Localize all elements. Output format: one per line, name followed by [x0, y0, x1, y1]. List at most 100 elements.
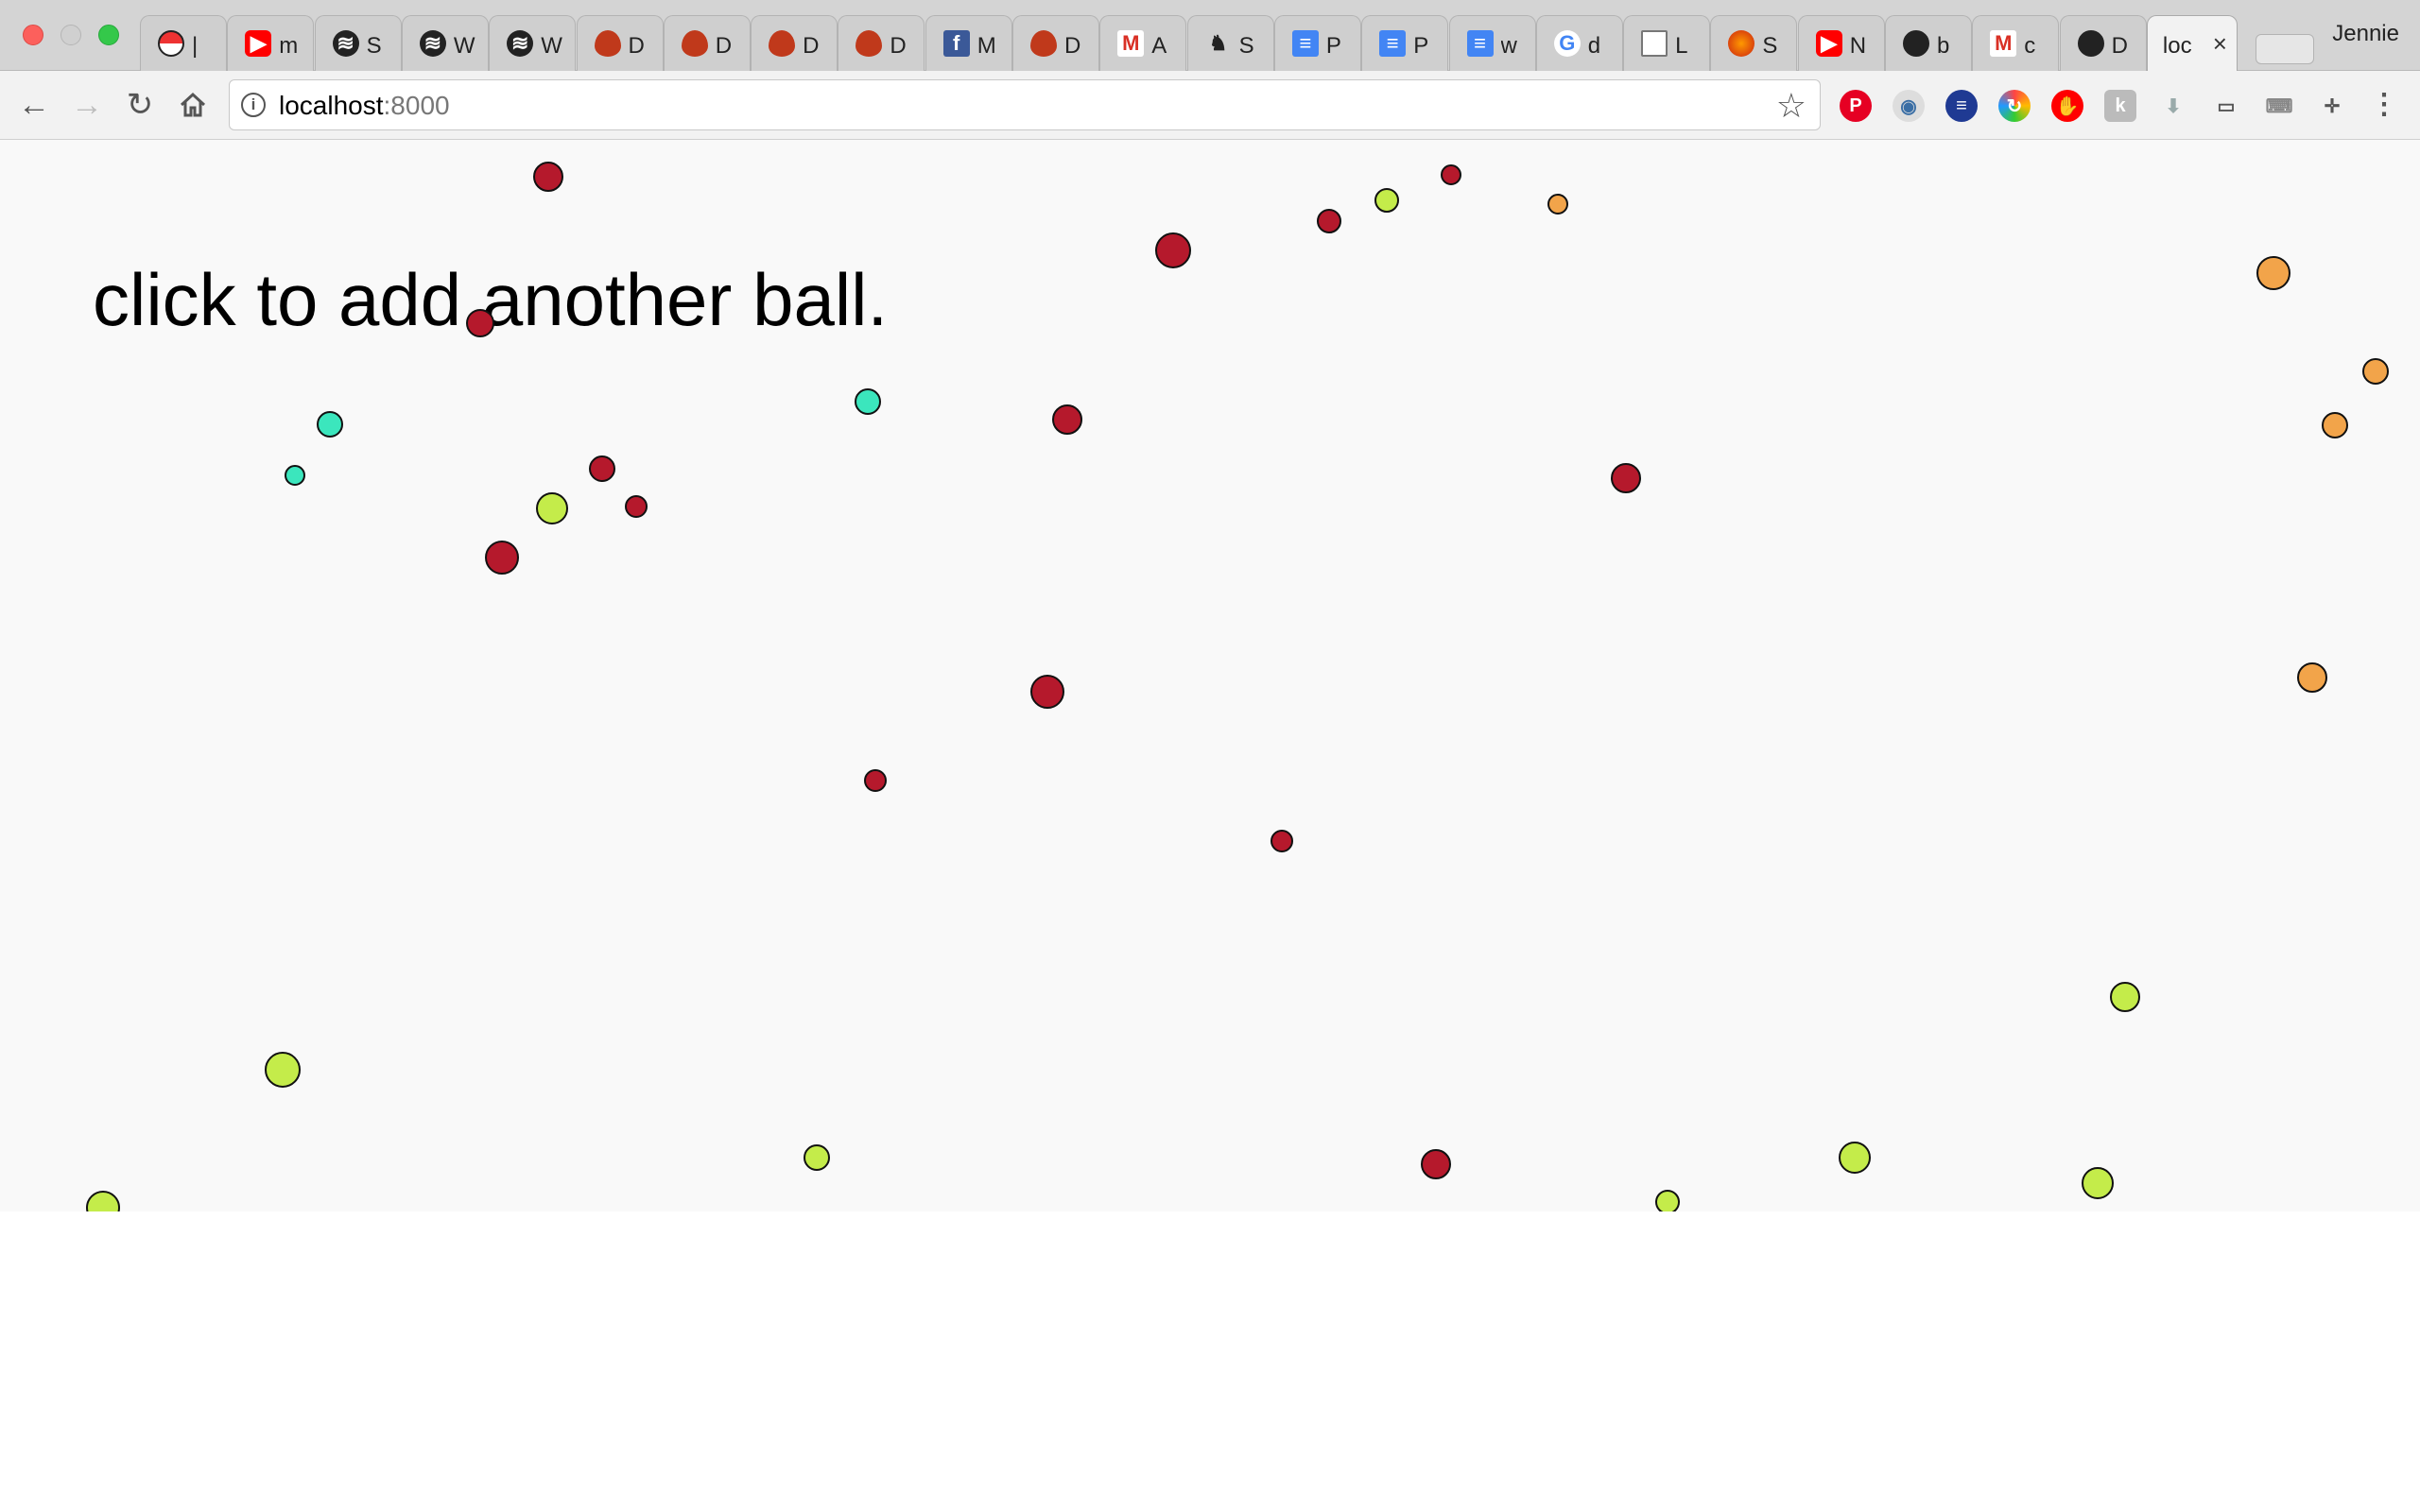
tab-strip: | ▶ m ≋ S ≋ W ≋ W D D D Df M D M A ♞ S ≡ P ≡ P ≡ w Gd L S ▶ Nb Mc Dloc ×…	[0, 0, 2420, 71]
menu-button[interactable]: ⋮	[2363, 84, 2405, 126]
download-arrow-icon[interactable]: ⬇	[2157, 90, 2189, 122]
red-egg-icon	[1030, 30, 1057, 57]
reload-icon: ↻	[126, 87, 154, 123]
ball-lime	[86, 1191, 120, 1211]
tab-title: w	[1500, 33, 1517, 59]
grammarly-icon[interactable]: k	[2104, 90, 2136, 122]
ball-orange	[2362, 358, 2389, 385]
tab-title: A	[1151, 33, 1167, 59]
tab-title: b	[1937, 33, 1950, 59]
tab-title: m	[279, 33, 299, 59]
ball-lime	[1655, 1190, 1680, 1211]
profile-name[interactable]: Jennie	[2332, 21, 2399, 47]
ball-orange	[2256, 256, 2290, 290]
address-bar[interactable]: i localhost:8000 ☆	[229, 79, 1821, 130]
flag-icon[interactable]: ≡	[1945, 90, 1978, 122]
mushroom-icon	[1728, 30, 1755, 57]
tab-3[interactable]: ≋ S	[314, 15, 402, 71]
new-tab-button[interactable]	[2256, 34, 2314, 64]
tab-title: N	[1849, 33, 1867, 59]
tab-17[interactable]: Gd	[1535, 15, 1623, 71]
page-canvas[interactable]: click to add another ball.	[0, 140, 2420, 1211]
back-arrow-icon: ←	[18, 87, 50, 123]
tab-9[interactable]: D	[838, 15, 925, 71]
close-tab-icon[interactable]: ×	[2213, 29, 2227, 59]
tab-12[interactable]: MA	[1099, 15, 1187, 71]
red-egg-icon	[594, 30, 621, 57]
cast-icon[interactable]: ▭	[2210, 90, 2242, 122]
red-egg-icon	[681, 30, 708, 57]
ball-red	[589, 455, 615, 482]
ball-aqua	[855, 388, 881, 415]
tab-24[interactable]: loc ×	[2146, 15, 2238, 71]
tab-title: S	[1762, 33, 1778, 59]
tab-23[interactable]: D	[2059, 15, 2147, 71]
tab-14[interactable]: ≡ P	[1273, 15, 1361, 71]
pinterest-icon[interactable]: P	[1840, 90, 1872, 122]
home-button[interactable]	[172, 84, 214, 126]
ball-lime	[804, 1144, 830, 1171]
adblock-icon[interactable]: ✋	[2051, 90, 2083, 122]
eye-icon[interactable]: ◉	[1893, 90, 1925, 122]
ball-orange	[1547, 194, 1568, 215]
refresh-circle-icon[interactable]: ↻	[1998, 90, 2031, 122]
tab-title: D	[890, 33, 907, 59]
tab-10[interactable]: fM	[925, 15, 1012, 71]
tab-title: c	[2024, 33, 2036, 59]
tab-21[interactable]: b	[1885, 15, 1972, 71]
ball-red	[864, 769, 887, 792]
forward-button[interactable]: →	[66, 84, 108, 126]
tab-title: S	[366, 33, 382, 59]
ball-aqua	[317, 411, 343, 438]
close-window-button[interactable]	[23, 25, 43, 45]
document-icon	[1641, 30, 1668, 57]
url-text[interactable]: localhost:8000	[279, 91, 450, 121]
crosshair-icon[interactable]: ✛	[2316, 90, 2348, 122]
ball-lime	[265, 1052, 301, 1088]
ball-lime	[2110, 982, 2140, 1012]
tab-title: D	[1064, 33, 1081, 59]
tab-title: W	[453, 33, 475, 59]
tab-8[interactable]: D	[751, 15, 838, 71]
spotify-icon: ≋	[419, 30, 446, 57]
tab-1[interactable]: |	[140, 15, 227, 71]
youtube-icon: ▶	[1815, 30, 1842, 57]
tab-13[interactable]: ♞ S	[1186, 15, 1274, 71]
spotify-icon: ≋	[332, 30, 359, 57]
tab-title: P	[1325, 33, 1341, 59]
google-docs-icon: ≡	[1466, 30, 1494, 57]
tab-6[interactable]: D	[576, 15, 664, 71]
google-icon: G	[1553, 30, 1581, 57]
tab-2[interactable]: ▶ m	[227, 15, 315, 71]
ball-red	[485, 541, 519, 575]
tab-19[interactable]: S	[1710, 15, 1798, 71]
tab-7[interactable]: D	[663, 15, 751, 71]
tab-22[interactable]: Mc	[1972, 15, 2060, 71]
zoom-window-button[interactable]	[98, 25, 119, 45]
ball-aqua	[285, 465, 305, 486]
minimize-window-button[interactable]	[60, 25, 81, 45]
back-button[interactable]: ←	[13, 84, 55, 126]
crest-icon: ♞	[1208, 31, 1228, 55]
google-docs-icon: ≡	[1379, 30, 1407, 57]
ball-red	[1030, 675, 1064, 709]
site-info-icon[interactable]: i	[241, 93, 266, 117]
reload-button[interactable]: ↻	[119, 84, 161, 126]
kebab-menu-icon: ⋮	[2370, 89, 2398, 120]
ball-red	[1441, 164, 1461, 185]
bookmark-star-icon[interactable]: ☆	[1776, 86, 1806, 126]
keyboard-icon[interactable]: ⌨	[2263, 90, 2295, 122]
tab-15[interactable]: ≡ P	[1361, 15, 1449, 71]
ball-lime	[1374, 188, 1399, 213]
tab-title: W	[541, 33, 562, 59]
ball-lime	[536, 492, 568, 524]
tab-5[interactable]: ≋ W	[489, 15, 577, 71]
tab-20[interactable]: ▶ N	[1797, 15, 1885, 71]
tab-11[interactable]: D	[1012, 15, 1099, 71]
tab-18[interactable]: L	[1623, 15, 1711, 71]
tab-4[interactable]: ≋ W	[401, 15, 489, 71]
youtube-icon: ▶	[245, 30, 272, 57]
ball-red	[1270, 830, 1293, 852]
ball-lime	[1839, 1142, 1871, 1174]
tab-16[interactable]: ≡ w	[1448, 15, 1536, 71]
